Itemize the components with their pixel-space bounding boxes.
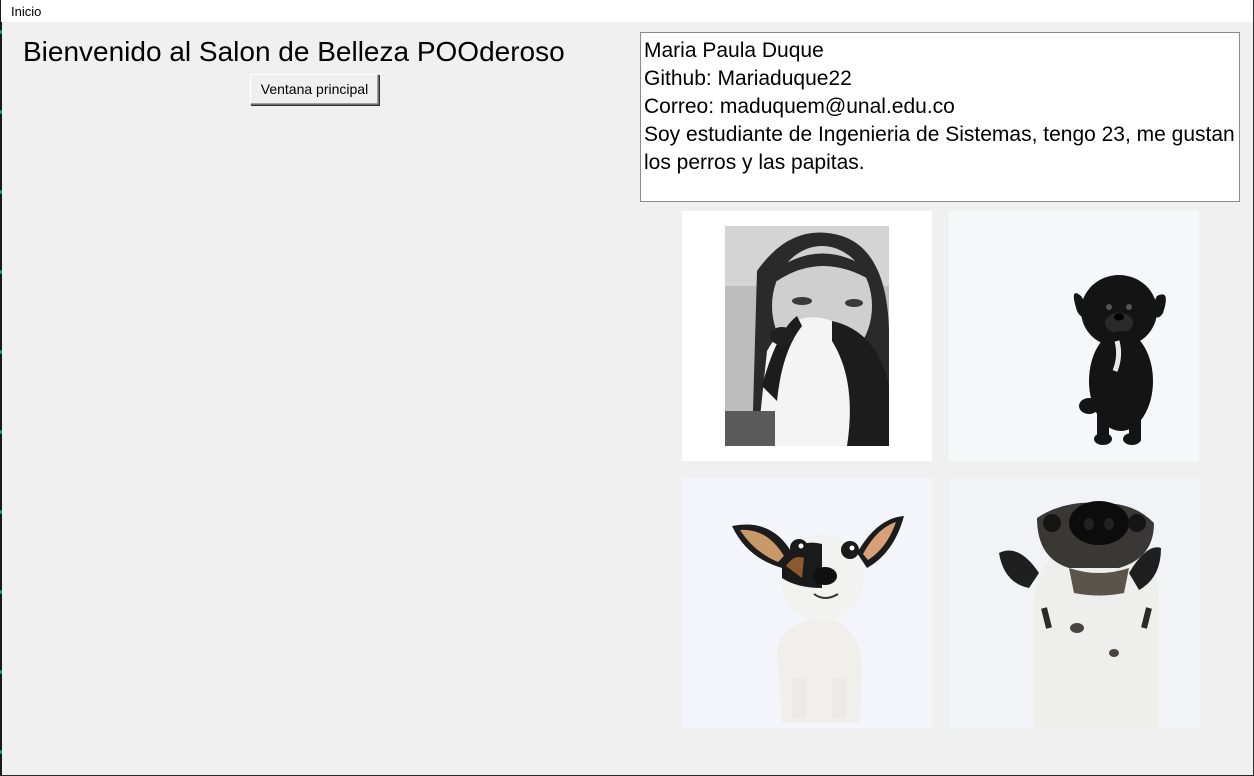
bio-textbox[interactable]: Maria Paula Duque Github: Mariaduque22 C…	[640, 32, 1240, 202]
welcome-title: Bienvenido al Salon de Belleza POOderoso	[23, 36, 565, 67]
photo-dog-closeup	[949, 478, 1199, 728]
bio-github: Github: Mariaduque22	[644, 67, 852, 90]
bio-name: Maria Paula Duque	[644, 39, 824, 62]
photo-woman-with-dog	[682, 211, 932, 461]
app-window: Inicio Bienvenido al Salon de Belleza PO…	[0, 0, 1254, 776]
bio-email: Correo: maduquem@unal.edu.co	[644, 95, 955, 118]
main-window-button[interactable]: Ventana principal	[250, 74, 379, 105]
menu-bar: Inicio	[1, 0, 1253, 22]
menu-inicio[interactable]: Inicio	[5, 0, 47, 22]
bio-description: Soy estudiante de Ingenieria de Sistemas…	[644, 123, 1240, 174]
window-edge	[0, 0, 2, 776]
photo-black-puppy	[949, 211, 1199, 461]
photo-chihuahua	[682, 478, 932, 728]
